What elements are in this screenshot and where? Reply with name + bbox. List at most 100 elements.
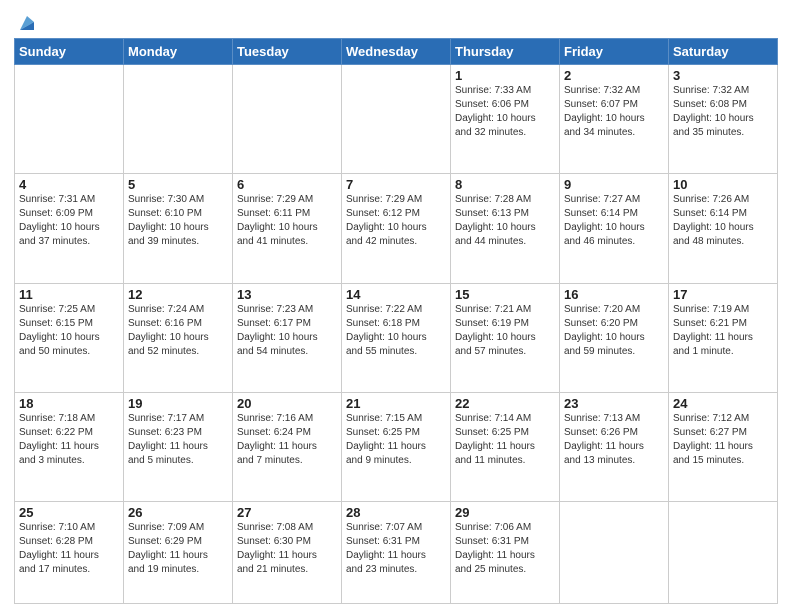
day-info: Sunrise: 7:29 AM Sunset: 6:12 PM Dayligh… <box>346 193 446 249</box>
day-number: 26 <box>128 505 228 520</box>
day-number: 17 <box>673 287 773 302</box>
col-header-monday: Monday <box>124 39 233 65</box>
col-header-wednesday: Wednesday <box>342 39 451 65</box>
day-info: Sunrise: 7:15 AM Sunset: 6:25 PM Dayligh… <box>346 412 446 468</box>
table-row: 27Sunrise: 7:08 AM Sunset: 6:30 PM Dayli… <box>233 502 342 604</box>
day-number: 9 <box>564 177 664 192</box>
logo-icon <box>16 12 38 34</box>
day-info: Sunrise: 7:29 AM Sunset: 6:11 PM Dayligh… <box>237 193 337 249</box>
day-info: Sunrise: 7:24 AM Sunset: 6:16 PM Dayligh… <box>128 303 228 359</box>
col-header-thursday: Thursday <box>451 39 560 65</box>
table-row: 25Sunrise: 7:10 AM Sunset: 6:28 PM Dayli… <box>15 502 124 604</box>
day-number: 20 <box>237 396 337 411</box>
day-info: Sunrise: 7:07 AM Sunset: 6:31 PM Dayligh… <box>346 521 446 577</box>
page: SundayMondayTuesdayWednesdayThursdayFrid… <box>0 0 792 612</box>
day-info: Sunrise: 7:26 AM Sunset: 6:14 PM Dayligh… <box>673 193 773 249</box>
table-row: 21Sunrise: 7:15 AM Sunset: 6:25 PM Dayli… <box>342 392 451 501</box>
day-number: 16 <box>564 287 664 302</box>
table-row: 8Sunrise: 7:28 AM Sunset: 6:13 PM Daylig… <box>451 174 560 283</box>
day-info: Sunrise: 7:27 AM Sunset: 6:14 PM Dayligh… <box>564 193 664 249</box>
table-row: 4Sunrise: 7:31 AM Sunset: 6:09 PM Daylig… <box>15 174 124 283</box>
day-number: 15 <box>455 287 555 302</box>
table-row: 14Sunrise: 7:22 AM Sunset: 6:18 PM Dayli… <box>342 283 451 392</box>
day-info: Sunrise: 7:09 AM Sunset: 6:29 PM Dayligh… <box>128 521 228 577</box>
table-row: 10Sunrise: 7:26 AM Sunset: 6:14 PM Dayli… <box>669 174 778 283</box>
day-info: Sunrise: 7:06 AM Sunset: 6:31 PM Dayligh… <box>455 521 555 577</box>
day-number: 29 <box>455 505 555 520</box>
table-row <box>233 65 342 174</box>
day-number: 1 <box>455 68 555 83</box>
day-number: 5 <box>128 177 228 192</box>
day-info: Sunrise: 7:20 AM Sunset: 6:20 PM Dayligh… <box>564 303 664 359</box>
day-info: Sunrise: 7:22 AM Sunset: 6:18 PM Dayligh… <box>346 303 446 359</box>
table-row: 1Sunrise: 7:33 AM Sunset: 6:06 PM Daylig… <box>451 65 560 174</box>
table-row: 2Sunrise: 7:32 AM Sunset: 6:07 PM Daylig… <box>560 65 669 174</box>
col-header-saturday: Saturday <box>669 39 778 65</box>
table-row: 11Sunrise: 7:25 AM Sunset: 6:15 PM Dayli… <box>15 283 124 392</box>
table-row: 22Sunrise: 7:14 AM Sunset: 6:25 PM Dayli… <box>451 392 560 501</box>
col-header-sunday: Sunday <box>15 39 124 65</box>
table-row: 9Sunrise: 7:27 AM Sunset: 6:14 PM Daylig… <box>560 174 669 283</box>
table-row <box>669 502 778 604</box>
header <box>14 10 778 34</box>
day-number: 8 <box>455 177 555 192</box>
table-row: 19Sunrise: 7:17 AM Sunset: 6:23 PM Dayli… <box>124 392 233 501</box>
day-number: 4 <box>19 177 119 192</box>
day-info: Sunrise: 7:23 AM Sunset: 6:17 PM Dayligh… <box>237 303 337 359</box>
day-number: 18 <box>19 396 119 411</box>
calendar-table: SundayMondayTuesdayWednesdayThursdayFrid… <box>14 38 778 604</box>
day-info: Sunrise: 7:31 AM Sunset: 6:09 PM Dayligh… <box>19 193 119 249</box>
day-info: Sunrise: 7:18 AM Sunset: 6:22 PM Dayligh… <box>19 412 119 468</box>
day-number: 19 <box>128 396 228 411</box>
day-number: 25 <box>19 505 119 520</box>
day-number: 2 <box>564 68 664 83</box>
day-info: Sunrise: 7:13 AM Sunset: 6:26 PM Dayligh… <box>564 412 664 468</box>
table-row: 23Sunrise: 7:13 AM Sunset: 6:26 PM Dayli… <box>560 392 669 501</box>
day-info: Sunrise: 7:21 AM Sunset: 6:19 PM Dayligh… <box>455 303 555 359</box>
day-number: 14 <box>346 287 446 302</box>
day-number: 23 <box>564 396 664 411</box>
day-info: Sunrise: 7:08 AM Sunset: 6:30 PM Dayligh… <box>237 521 337 577</box>
table-row: 7Sunrise: 7:29 AM Sunset: 6:12 PM Daylig… <box>342 174 451 283</box>
table-row: 6Sunrise: 7:29 AM Sunset: 6:11 PM Daylig… <box>233 174 342 283</box>
table-row: 29Sunrise: 7:06 AM Sunset: 6:31 PM Dayli… <box>451 502 560 604</box>
day-number: 24 <box>673 396 773 411</box>
day-info: Sunrise: 7:17 AM Sunset: 6:23 PM Dayligh… <box>128 412 228 468</box>
day-info: Sunrise: 7:14 AM Sunset: 6:25 PM Dayligh… <box>455 412 555 468</box>
table-row: 3Sunrise: 7:32 AM Sunset: 6:08 PM Daylig… <box>669 65 778 174</box>
day-info: Sunrise: 7:12 AM Sunset: 6:27 PM Dayligh… <box>673 412 773 468</box>
table-row <box>124 65 233 174</box>
table-row: 28Sunrise: 7:07 AM Sunset: 6:31 PM Dayli… <box>342 502 451 604</box>
day-number: 11 <box>19 287 119 302</box>
table-row <box>342 65 451 174</box>
day-info: Sunrise: 7:32 AM Sunset: 6:08 PM Dayligh… <box>673 84 773 140</box>
table-row: 17Sunrise: 7:19 AM Sunset: 6:21 PM Dayli… <box>669 283 778 392</box>
day-info: Sunrise: 7:16 AM Sunset: 6:24 PM Dayligh… <box>237 412 337 468</box>
table-row: 16Sunrise: 7:20 AM Sunset: 6:20 PM Dayli… <box>560 283 669 392</box>
day-number: 21 <box>346 396 446 411</box>
day-number: 12 <box>128 287 228 302</box>
table-row: 13Sunrise: 7:23 AM Sunset: 6:17 PM Dayli… <box>233 283 342 392</box>
day-number: 6 <box>237 177 337 192</box>
day-number: 22 <box>455 396 555 411</box>
day-info: Sunrise: 7:30 AM Sunset: 6:10 PM Dayligh… <box>128 193 228 249</box>
col-header-tuesday: Tuesday <box>233 39 342 65</box>
table-row: 5Sunrise: 7:30 AM Sunset: 6:10 PM Daylig… <box>124 174 233 283</box>
col-header-friday: Friday <box>560 39 669 65</box>
table-row: 24Sunrise: 7:12 AM Sunset: 6:27 PM Dayli… <box>669 392 778 501</box>
logo <box>14 14 38 34</box>
table-row: 18Sunrise: 7:18 AM Sunset: 6:22 PM Dayli… <box>15 392 124 501</box>
table-row <box>560 502 669 604</box>
day-info: Sunrise: 7:33 AM Sunset: 6:06 PM Dayligh… <box>455 84 555 140</box>
day-number: 3 <box>673 68 773 83</box>
day-info: Sunrise: 7:32 AM Sunset: 6:07 PM Dayligh… <box>564 84 664 140</box>
day-info: Sunrise: 7:28 AM Sunset: 6:13 PM Dayligh… <box>455 193 555 249</box>
day-info: Sunrise: 7:10 AM Sunset: 6:28 PM Dayligh… <box>19 521 119 577</box>
day-number: 7 <box>346 177 446 192</box>
table-row: 26Sunrise: 7:09 AM Sunset: 6:29 PM Dayli… <box>124 502 233 604</box>
day-number: 13 <box>237 287 337 302</box>
day-info: Sunrise: 7:19 AM Sunset: 6:21 PM Dayligh… <box>673 303 773 359</box>
day-number: 27 <box>237 505 337 520</box>
day-number: 28 <box>346 505 446 520</box>
table-row: 15Sunrise: 7:21 AM Sunset: 6:19 PM Dayli… <box>451 283 560 392</box>
